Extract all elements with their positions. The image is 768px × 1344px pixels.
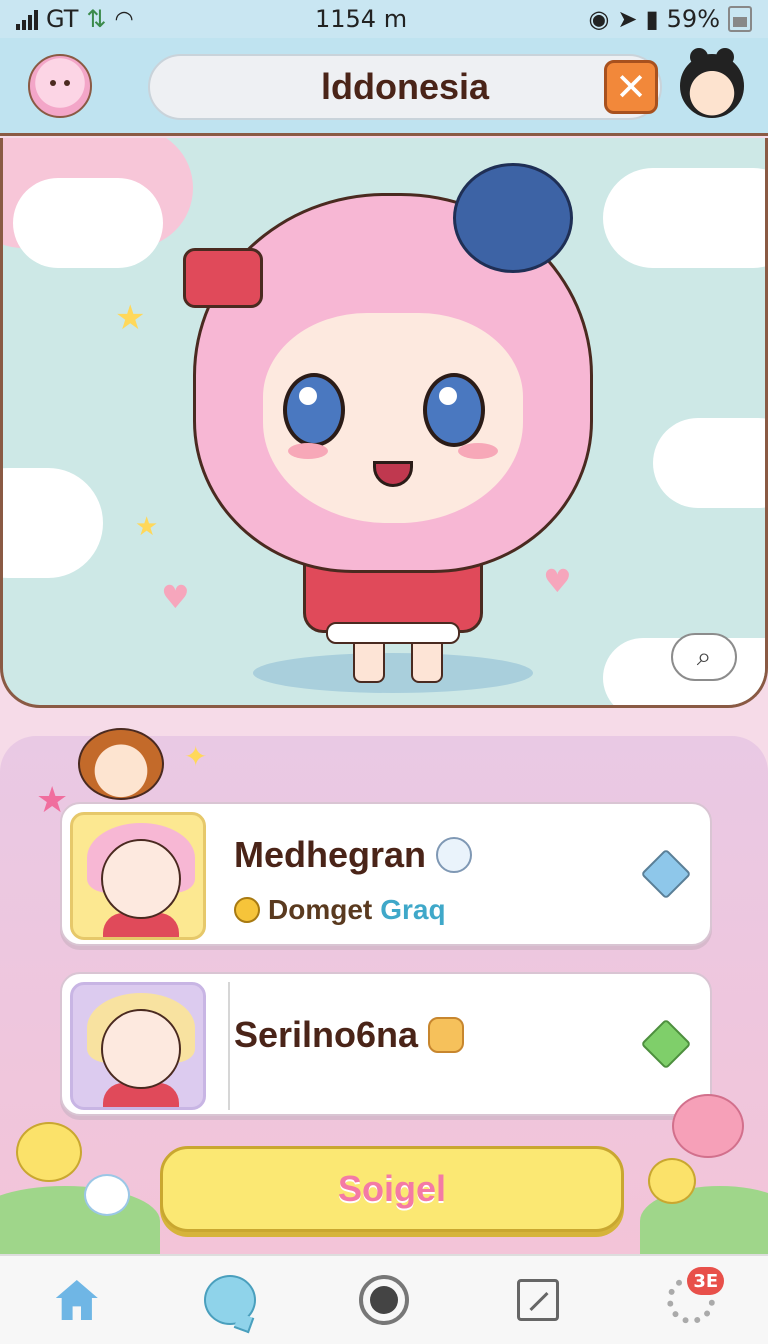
title-bar: lddonesia: [148, 54, 662, 120]
cloud-decoration: [13, 178, 163, 268]
close-icon: ✕: [615, 65, 647, 109]
battery-icon: ▮: [645, 5, 659, 33]
chat-icon: [204, 1275, 257, 1325]
profile-avatar-left[interactable]: [28, 54, 92, 118]
location-icon: ➤: [617, 5, 638, 33]
alarm-icon: ◉: [588, 5, 610, 33]
magnifier-icon: ⌕: [696, 641, 712, 672]
yellow-star-icon: ✦: [184, 740, 208, 773]
page-title: lddonesia: [320, 66, 490, 107]
list-item[interactable]: Serilno6na: [60, 972, 712, 1116]
record-icon: [358, 1275, 409, 1325]
bottom-navigation: 3E: [0, 1254, 768, 1344]
nav-edit[interactable]: [503, 1265, 573, 1335]
smiley-icon: [234, 897, 260, 923]
zoom-button[interactable]: ⌕: [671, 633, 737, 681]
app-header: lddonesia ✕: [0, 38, 768, 136]
list-item-name: Medhegran: [234, 834, 427, 875]
ghost-mascot-icon: [436, 837, 473, 873]
subtitle-accent: Graq: [380, 894, 446, 925]
home-icon: [55, 1280, 98, 1320]
character-illustration: [173, 153, 613, 693]
green-diamond-icon[interactable]: [640, 1018, 692, 1070]
status-right: ◉ ➤ ▮ 59%: [588, 5, 752, 33]
close-button[interactable]: ✕: [604, 60, 658, 114]
list-item[interactable]: Medhegran Domget Graq: [60, 802, 712, 946]
character-hero: ★ ★ ♥ ♥ ⌕: [0, 138, 768, 708]
list-item-name: Serilno6na: [234, 1014, 419, 1055]
character-eye-left: [283, 373, 345, 447]
red-bow-accessory: [183, 248, 263, 308]
cloud-decoration: [653, 418, 765, 508]
list-item-subtitle: Domget Graq: [234, 894, 446, 926]
wifi-icon: ◠: [114, 6, 134, 32]
status-time: 1154 m: [315, 5, 408, 33]
notification-badge: 3E: [687, 1267, 725, 1295]
card-divider: [228, 982, 230, 1110]
character-thumbnail: [70, 982, 206, 1110]
list-item-name-row: Serilno6na: [234, 1014, 465, 1056]
carrier-label: GT: [46, 5, 79, 33]
primary-action-label: Soigel: [337, 1168, 447, 1209]
cloud-decoration: [3, 468, 103, 578]
list-item-name-row: Medhegran: [234, 834, 473, 876]
signal-icon: [16, 8, 38, 30]
nav-home[interactable]: [42, 1265, 112, 1335]
blue-diamond-icon[interactable]: [640, 848, 692, 900]
cloud-decoration: [603, 168, 765, 268]
status-bar: GT ⇅ ◠ 1154 m ◉ ➤ ▮ 59%: [0, 0, 768, 38]
battery-outline-icon: [728, 6, 752, 32]
profile-avatar-right[interactable]: [680, 48, 744, 118]
star-icon: ★: [135, 512, 159, 542]
network-icon: ⇅: [86, 5, 107, 33]
character-blush: [288, 443, 328, 459]
yellow-flower-decoration: [648, 1158, 696, 1204]
nav-settings[interactable]: 3E: [656, 1265, 726, 1335]
star-icon: ★: [115, 298, 146, 338]
blue-bow-accessory: [453, 163, 573, 273]
pink-flower-decoration: [672, 1094, 744, 1158]
white-flower-decoration: [84, 1174, 130, 1216]
edit-icon: [516, 1279, 559, 1321]
status-left: GT ⇅ ◠: [16, 5, 134, 33]
character-eye-right: [423, 373, 485, 447]
subtitle-primary: Domget: [268, 894, 373, 925]
friend-avatar-decoration: [78, 728, 164, 800]
primary-action-button[interactable]: Soigel: [160, 1146, 624, 1232]
nav-record[interactable]: [349, 1265, 419, 1335]
toast-mascot-icon: [428, 1017, 465, 1053]
character-thumbnail: [70, 812, 206, 940]
battery-percent: 59%: [666, 5, 720, 33]
nav-chat[interactable]: [195, 1265, 265, 1335]
yellow-flower-decoration: [16, 1122, 82, 1182]
character-blush: [458, 443, 498, 459]
